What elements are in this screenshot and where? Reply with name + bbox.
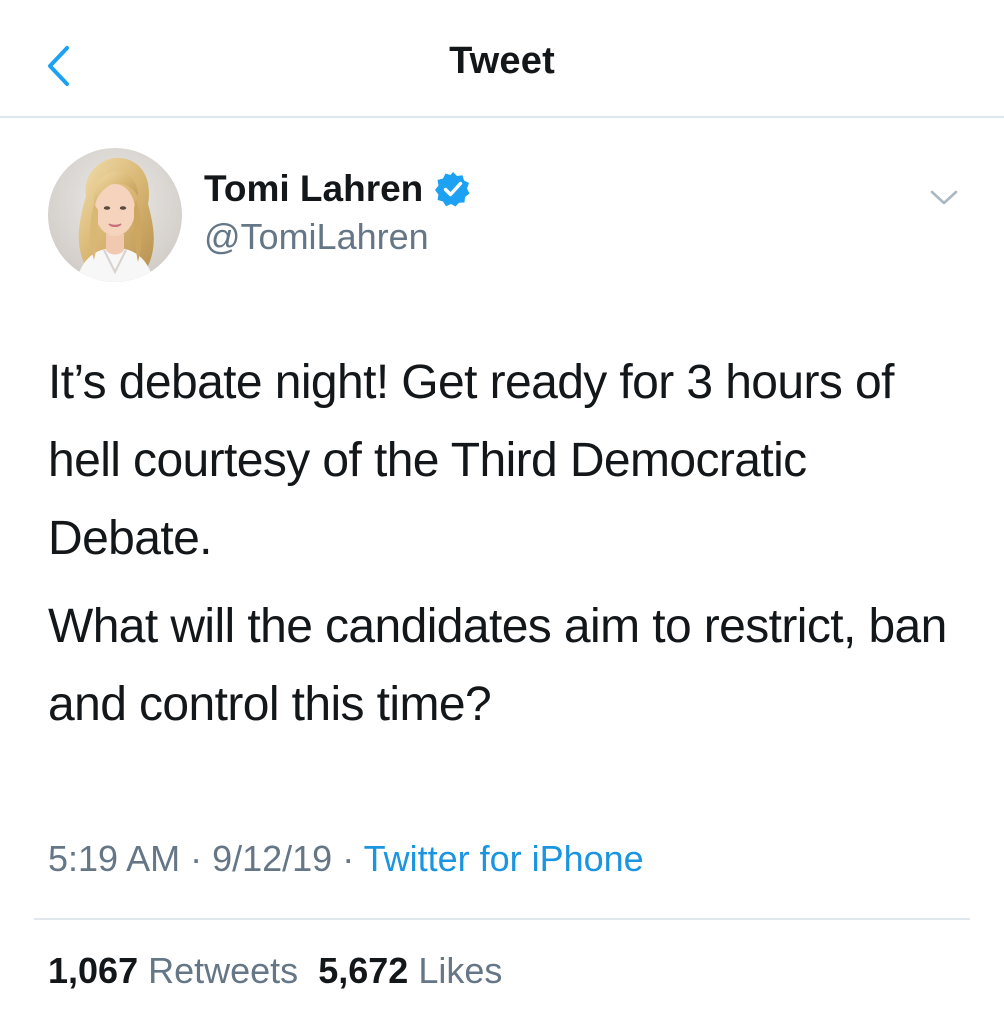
divider <box>34 918 970 920</box>
chevron-down-icon <box>930 190 958 205</box>
retweets-label: Retweets <box>148 950 299 991</box>
tweet-source-link[interactable]: Twitter for iPhone <box>364 838 644 879</box>
avatar-photo <box>48 148 182 282</box>
nav-bar: Tweet <box>0 0 1004 118</box>
handle[interactable]: @TomiLahren <box>204 216 429 258</box>
retweets-stat[interactable]: 1,067 Retweets <box>48 950 298 991</box>
likes-count: 5,672 <box>318 950 409 991</box>
verified-badge-icon <box>435 171 471 207</box>
tweet-menu-button[interactable] <box>922 180 966 216</box>
likes-stat[interactable]: 5,672 Likes <box>318 950 502 991</box>
avatar[interactable] <box>48 148 182 282</box>
tweet-text-paragraph-2: What will the candidates aim to restrict… <box>48 600 947 731</box>
tweet-stats: 1,067 Retweets 5,672 Likes <box>48 950 502 992</box>
display-name[interactable]: Tomi Lahren <box>204 168 423 210</box>
meta-separator: · <box>332 838 364 879</box>
tweet-text-paragraph-1: It’s debate night! Get ready for 3 hours… <box>48 356 894 565</box>
retweets-count: 1,067 <box>48 950 139 991</box>
tweet-meta: 5:19 AM · 9/12/19 · Twitter for iPhone <box>48 838 644 880</box>
tweet-time: 5:19 AM <box>48 838 181 879</box>
page-title: Tweet <box>449 40 555 82</box>
likes-label: Likes <box>418 950 503 991</box>
tweet-date: 9/12/19 <box>212 838 333 879</box>
meta-separator: · <box>180 838 213 879</box>
author-row: Tomi Lahren <box>204 168 471 210</box>
tweet-text: It’s debate night! Get ready for 3 hours… <box>48 344 968 744</box>
tweet-header: Tomi Lahren @TomiLahren <box>0 118 1004 318</box>
